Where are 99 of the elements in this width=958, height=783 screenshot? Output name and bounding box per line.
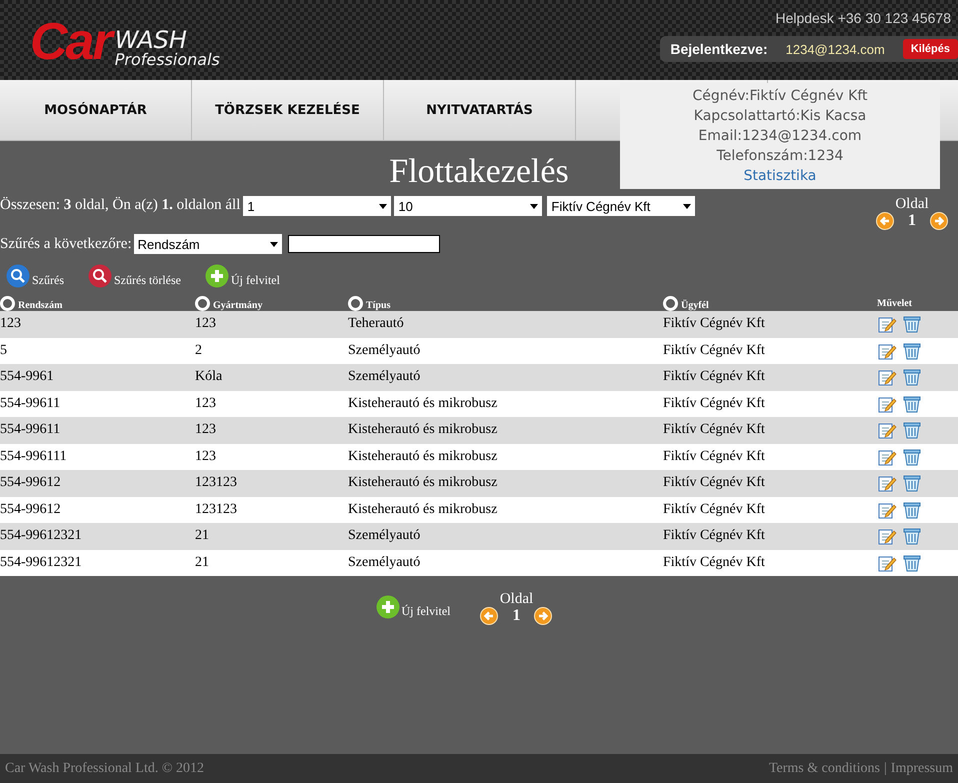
table-cell: Személyautó [348, 342, 420, 358]
action-link[interactable]: Szűrés törlése [114, 273, 181, 288]
table-cell: 554-99612 [0, 502, 61, 517]
previous-page-icon[interactable] [480, 607, 498, 625]
contact-info-text: Telefonszám:1234 [716, 148, 844, 164]
login-label: Bejelentkezve: [670, 41, 768, 57]
trash-icon[interactable] [902, 367, 922, 388]
filter-label: Szűrés a következőre: [0, 236, 132, 252]
page-number: 1 [908, 212, 916, 230]
table-cell: Kisteherautó és mikrobusz [348, 448, 498, 464]
contact-info-text: Kapcsolattartó:Kis Kacsa [694, 108, 866, 124]
trash-icon[interactable] [902, 500, 922, 520]
table-cell: Fiktív Cégnév Kft [663, 422, 765, 438]
action-link[interactable]: Új felvitel [230, 273, 280, 288]
trash-icon[interactable] [902, 420, 922, 440]
contact-info-text: Email:1234@1234.com [698, 128, 862, 144]
table-cell: Kisteherautó és mikrobusz [348, 475, 498, 490]
dropdown[interactable]: 10 [394, 196, 542, 216]
pager-label: Oldal [895, 197, 929, 212]
trash-icon[interactable] [902, 340, 922, 361]
next-page-icon[interactable] [534, 607, 552, 625]
table-cell: Fiktív Cégnév Kft [663, 369, 765, 384]
copyright-text: Car Wash Professional Ltd. © 2012 [5, 760, 204, 776]
table-cell: 554-99612321 [0, 554, 82, 570]
table-cell: 123123 [195, 502, 237, 517]
trash-icon[interactable] [902, 552, 922, 573]
table-cell: Kisteherautó és mikrobusz [348, 502, 498, 517]
table-cell: 5 [0, 342, 7, 358]
table-cell: Fiktív Cégnév Kft [663, 448, 765, 464]
table-cell: 123123 [195, 475, 237, 490]
action-link[interactable]: Szűrés [32, 273, 64, 288]
pager-label: Oldal [500, 592, 534, 607]
action-link[interactable]: Új felvitel [402, 604, 450, 618]
table-cell: Fiktív Cégnév Kft [663, 475, 765, 490]
table-cell: 554-99612321 [0, 528, 82, 544]
caret-icon [683, 204, 692, 208]
trash-icon[interactable] [902, 314, 922, 334]
trash-icon[interactable] [902, 446, 922, 467]
table-cell: Személyautó [348, 369, 420, 384]
contact-info-text: Cégnév:Fiktív Cégnév Kft [692, 88, 868, 104]
next-page-icon[interactable] [930, 212, 948, 230]
dropdown[interactable]: Fiktív Cégnév Kft [547, 196, 696, 216]
caret-icon [530, 204, 538, 208]
nav-item[interactable]: NYITVATARTÁS [384, 80, 576, 140]
table-cell: Fiktív Cégnév Kft [663, 502, 765, 517]
column-header[interactable]: Gyártmány [213, 300, 262, 311]
table-cell: Fiktív Cégnév Kft [663, 528, 765, 544]
logout-button[interactable]: Kilépés [902, 39, 958, 59]
nav-item[interactable]: MOSÓNAPTÁR [0, 80, 192, 140]
table-cell: Fiktív Cégnév Kft [663, 396, 765, 411]
table-cell: 21 [195, 528, 209, 544]
trash-icon[interactable] [902, 473, 922, 494]
table-cell: Személyautó [348, 528, 420, 544]
table-cell: Kisteherautó és mikrobusz [348, 422, 498, 438]
column-header[interactable]: Rendszám [18, 300, 62, 311]
table-cell: 554-996111 [0, 448, 67, 464]
caret-icon [270, 242, 278, 246]
nav-item[interactable]: TÖRZSEK KEZELÉSE [192, 80, 384, 140]
caret-icon [379, 204, 388, 208]
terms-link[interactable]: Terms & conditions [768, 760, 880, 776]
separator-text: | [884, 760, 887, 776]
trash-icon[interactable] [902, 526, 922, 546]
table-cell: 554-99612 [0, 475, 61, 490]
table-cell: Kisteherautó és mikrobusz [348, 396, 498, 411]
table-cell: Teherautó [348, 316, 404, 332]
table-cell: Fiktív Cégnév Kft [663, 316, 765, 332]
filter-dropdown[interactable]: Rendszám [134, 234, 282, 254]
table-cell: 554-9961 [0, 369, 54, 384]
table-cell: Kóla [195, 369, 222, 384]
table-cell: 123 [195, 422, 216, 438]
table-cell: Személyautó [348, 554, 420, 570]
statistics-link[interactable]: Statisztika [744, 168, 816, 184]
column-header[interactable]: Ügyfél [681, 300, 709, 311]
table-cell: 123 [195, 316, 216, 332]
plus-icon[interactable] [204, 264, 229, 288]
search-icon[interactable] [6, 264, 30, 288]
plus-icon[interactable] [376, 594, 400, 618]
filter-input[interactable] [288, 235, 440, 253]
table-cell: 554-99611 [0, 396, 60, 411]
table-cell: 554-99611 [0, 422, 60, 438]
table-cell: Fiktív Cégnév Kft [663, 554, 765, 570]
table-cell: 2 [195, 342, 202, 358]
trash-icon[interactable] [902, 394, 922, 414]
table-cell: 21 [195, 554, 209, 570]
page-number: 1 [512, 607, 520, 625]
previous-page-icon[interactable] [876, 212, 894, 230]
column-header[interactable]: Típus [366, 300, 390, 311]
dropdown[interactable]: 1 [243, 196, 392, 216]
page-summary: Összesen: 3 oldal, Ön a(z) 1. oldalon áll [0, 196, 240, 214]
column-header[interactable]: Művelet [877, 298, 912, 309]
impressum-link[interactable]: Impressum [890, 760, 953, 776]
login-email: 1234@1234.com [786, 42, 885, 56]
table-cell: 123 [195, 396, 216, 411]
helpdesk-text: Helpdesk +36 30 123 45678 [775, 10, 951, 26]
table-cell: 123 [0, 316, 21, 332]
clear-search-icon[interactable] [88, 264, 112, 288]
table-cell: Fiktív Cégnév Kft [663, 342, 765, 358]
page-title: Flottakezelés [389, 155, 569, 189]
table-cell: 123 [195, 448, 216, 464]
